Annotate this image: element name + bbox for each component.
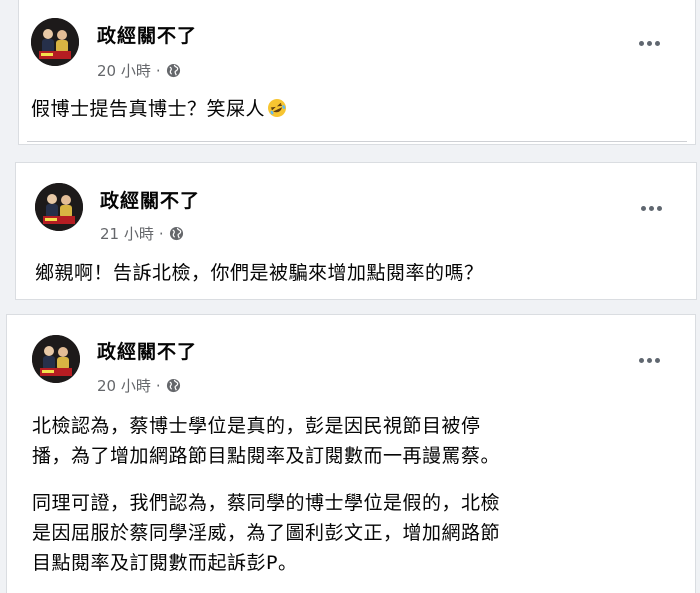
globe-icon	[166, 63, 180, 78]
avatar[interactable]	[31, 18, 79, 66]
post-card: 政經關不了 20 小時 · 假博士提告真博士？笑屎人	[18, 0, 696, 145]
avatar-image	[32, 335, 80, 383]
post-paragraph: 假博士提告真博士？笑屎人	[31, 94, 287, 124]
avatar[interactable]	[35, 183, 83, 231]
meta-separator: ·	[155, 376, 161, 395]
post-text: 鄉親啊！告訴北檢，你們是被騙來增加點閱率的嗎？	[35, 258, 484, 288]
post-paragraph-line: 北檢認為，蔡博士學位是真的，彭是因民視節目被停	[32, 415, 481, 437]
more-options-icon[interactable]	[634, 197, 668, 219]
globe-icon	[166, 378, 180, 393]
post-meta: 21 小時 ·	[100, 223, 184, 244]
meta-separator: ·	[155, 61, 161, 80]
post-paragraph-line: 目點閱率及訂閱數而起訴彭P。	[32, 552, 298, 574]
author-name[interactable]: 政經關不了	[97, 337, 197, 364]
post-divider	[27, 141, 687, 142]
post-timestamp[interactable]: 21 小時	[100, 223, 154, 244]
post-text: 假博士提告真博士？笑屎人	[31, 94, 287, 124]
avatar-image	[35, 183, 83, 231]
post-timestamp[interactable]: 20 小時	[97, 375, 151, 396]
laughing-emoji-icon	[268, 99, 287, 117]
avatar[interactable]	[32, 335, 80, 383]
globe-icon	[169, 226, 183, 241]
avatar-image	[31, 18, 79, 66]
post-text: 北檢認為，蔡博士學位是真的，彭是因民視節目被停 播，為了增加網路節目點閱率及訂閱…	[32, 411, 682, 578]
meta-separator: ·	[158, 224, 164, 243]
post-meta: 20 小時 ·	[97, 60, 181, 81]
author-name[interactable]: 政經關不了	[100, 186, 200, 213]
post-paragraph: 鄉親啊！告訴北檢，你們是被騙來增加點閱率的嗎？	[35, 262, 484, 284]
more-options-icon[interactable]	[632, 349, 666, 371]
more-options-icon[interactable]	[632, 32, 666, 54]
post-timestamp[interactable]: 20 小時	[97, 60, 151, 81]
post-paragraph-line: 同理可證，我們認為，蔡同學的博士學位是假的，北檢	[32, 492, 501, 514]
post-paragraph-text: 假博士提告真博士？笑屎人	[31, 98, 266, 120]
author-name[interactable]: 政經關不了	[97, 21, 197, 48]
post-card: 政經關不了 20 小時 · 北檢認為，蔡博士學位是真的，彭是因民視節目被停 播，…	[6, 314, 696, 593]
post-card: 政經關不了 21 小時 · 鄉親啊！告訴北檢，你們是被騙來增加點閱率的嗎？	[15, 162, 697, 300]
post-paragraph-line: 是因屈服於蔡同學淫威，為了圖利彭文正，增加網路節	[32, 522, 501, 544]
post-paragraph-line: 播，為了增加網路節目點閱率及訂閱數而一再謾罵蔡。	[32, 445, 501, 467]
post-meta: 20 小時 ·	[97, 375, 181, 396]
